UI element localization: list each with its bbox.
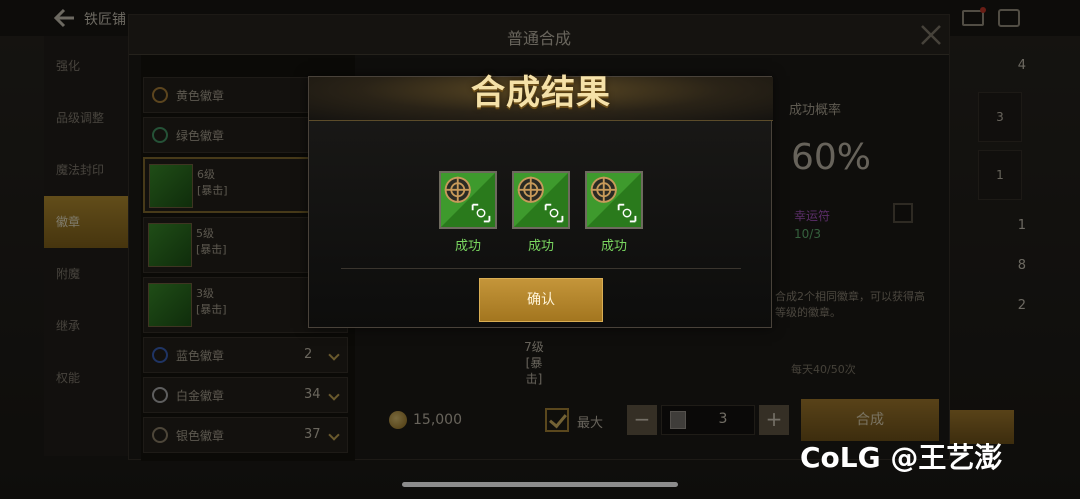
home-indicator[interactable] bbox=[402, 482, 678, 487]
result-modal: 合成结果 成功 成功 成功 确认 bbox=[308, 73, 773, 328]
emblem-crosshair-icon bbox=[439, 171, 497, 229]
emblem-crosshair-icon bbox=[512, 171, 570, 229]
result-status: 成功 bbox=[600, 239, 627, 254]
result-item bbox=[439, 171, 497, 231]
watermark: CoLG @王艺澎 bbox=[800, 441, 1003, 474]
result-status: 成功 bbox=[527, 239, 554, 254]
emblem-crosshair-icon bbox=[585, 171, 643, 229]
result-status: 成功 bbox=[454, 239, 481, 254]
modal-title: 合成结果 bbox=[471, 73, 611, 113]
modal-divider bbox=[341, 268, 741, 269]
confirm-button[interactable]: 确认 bbox=[479, 278, 603, 322]
result-item bbox=[512, 171, 570, 231]
result-item bbox=[585, 171, 643, 231]
